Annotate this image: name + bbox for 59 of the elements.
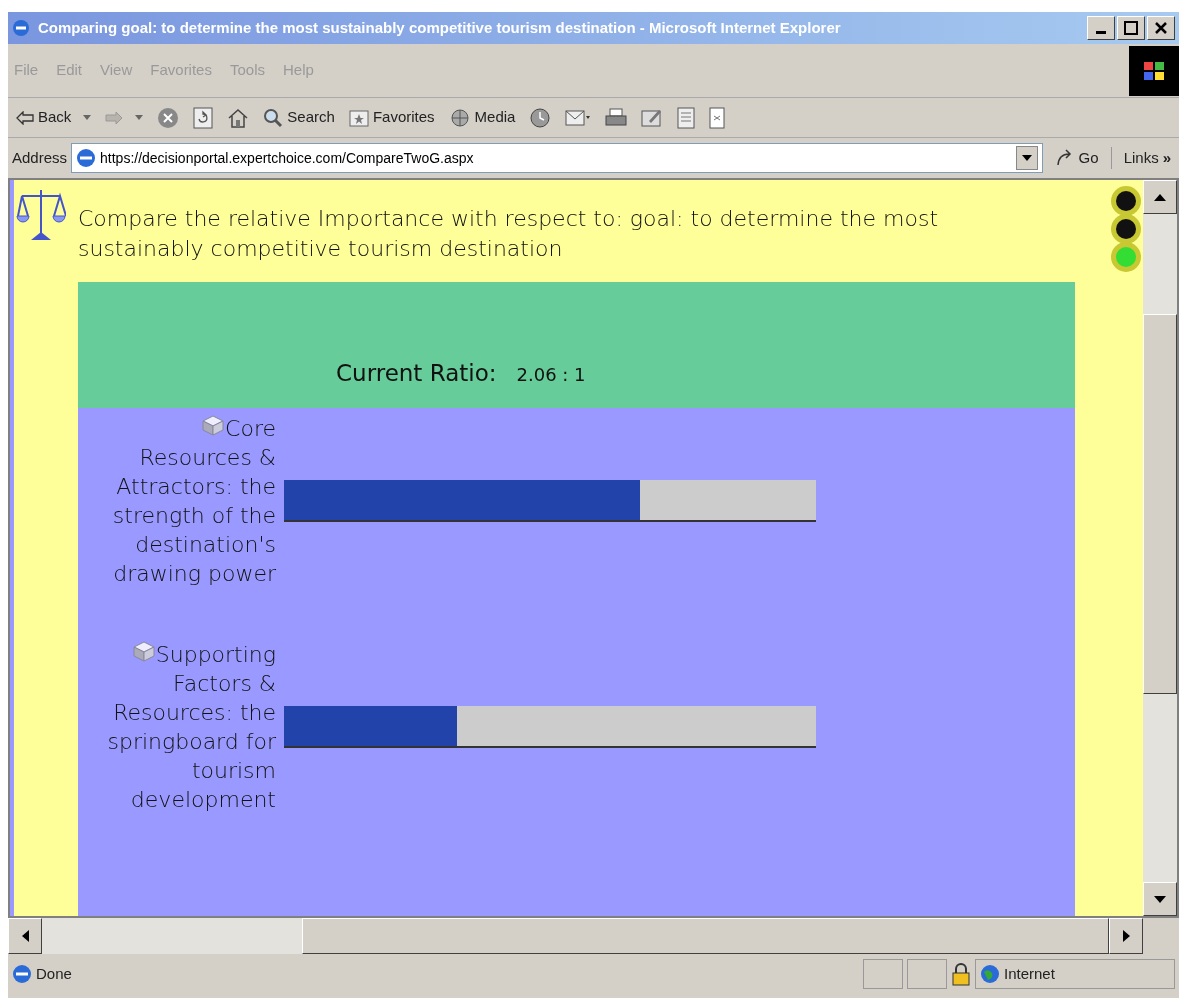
scroll-thumb[interactable]: [1143, 314, 1177, 694]
dropdown-button[interactable]: [1015, 146, 1038, 170]
down-arrow-icon: [1154, 895, 1166, 903]
page-icon: [709, 106, 726, 129]
star-folder-icon: [348, 108, 369, 127]
globe-icon: [448, 107, 471, 128]
printer-icon: [605, 107, 628, 128]
close-button[interactable]: [1147, 16, 1175, 40]
left-arrow-icon: [21, 930, 29, 942]
cube-icon: [131, 640, 156, 662]
horizontal-scrollbar[interactable]: [8, 918, 1143, 954]
minimize-button[interactable]: [1087, 16, 1115, 40]
scroll-right-button[interactable]: [1109, 918, 1143, 954]
close-icon: [1154, 21, 1168, 35]
padlock-icon: [951, 962, 971, 986]
search-button[interactable]: Search: [259, 102, 339, 133]
maximize-icon: [1124, 21, 1138, 35]
back-button[interactable]: Back: [12, 102, 96, 133]
stop-icon: [157, 106, 180, 129]
criterion-label: Supporting Factors & Resources: the springboard for tourism development: [106, 640, 276, 814]
up-arrow-icon: [1154, 193, 1166, 201]
maximize-button[interactable]: [1117, 16, 1145, 40]
zone-label: Internet: [1004, 963, 1055, 984]
clock-icon: [529, 106, 552, 129]
caret-icon: [135, 115, 144, 120]
status-pane: [907, 959, 947, 989]
comparison-heading: Compare the relative Importance with respect to: goal: to determine the most sustainably competitive tourism destination: [77, 205, 939, 263]
vertical-scrollbar[interactable]: [1143, 180, 1177, 916]
status-pane: [863, 959, 903, 989]
media-button[interactable]: Media: [444, 102, 520, 133]
scroll-thumb[interactable]: [302, 918, 1109, 954]
status-text: Done: [36, 963, 73, 984]
right-arrow-icon: [1122, 930, 1130, 942]
scroll-left-button[interactable]: [8, 918, 42, 954]
criterion-label: Core Resources & Attractors: the strength of the destination's drawing power: [111, 414, 276, 588]
minimize-icon: [1096, 30, 1106, 34]
window-title: Comparing goal: to determine the most sustainably competitive tourism destination - Microsoft Internet Explorer: [38, 17, 842, 38]
ratio-value: 2.06 : 1: [516, 363, 586, 387]
document-icon: [677, 106, 696, 129]
pencil-document-icon: [641, 107, 664, 128]
links-button[interactable]: Links »: [1110, 146, 1175, 170]
go-button[interactable]: Go: [1046, 146, 1107, 170]
caret-icon: [1021, 155, 1032, 161]
scroll-down-button[interactable]: [1143, 882, 1177, 916]
favorites-button[interactable]: Favorites: [344, 102, 439, 133]
address-label: Address: [12, 147, 68, 168]
globe-icon: [980, 964, 1000, 984]
address-field[interactable]: https://decisionportal.expertchoice.com/CompareTwoG.aspx: [71, 143, 1043, 173]
ratio-label: Current Ratio:: [336, 358, 497, 388]
caret-icon: [83, 115, 92, 120]
forward-arrow-icon: [105, 110, 124, 125]
cube-icon: [201, 414, 226, 436]
home-icon: [227, 107, 250, 128]
scroll-up-button[interactable]: [1143, 180, 1177, 214]
search-icon: [263, 107, 284, 128]
refresh-icon: [193, 106, 214, 129]
envelope-icon: [565, 107, 592, 128]
windows-logo-icon: [1129, 45, 1179, 96]
back-arrow-icon: [16, 110, 34, 125]
